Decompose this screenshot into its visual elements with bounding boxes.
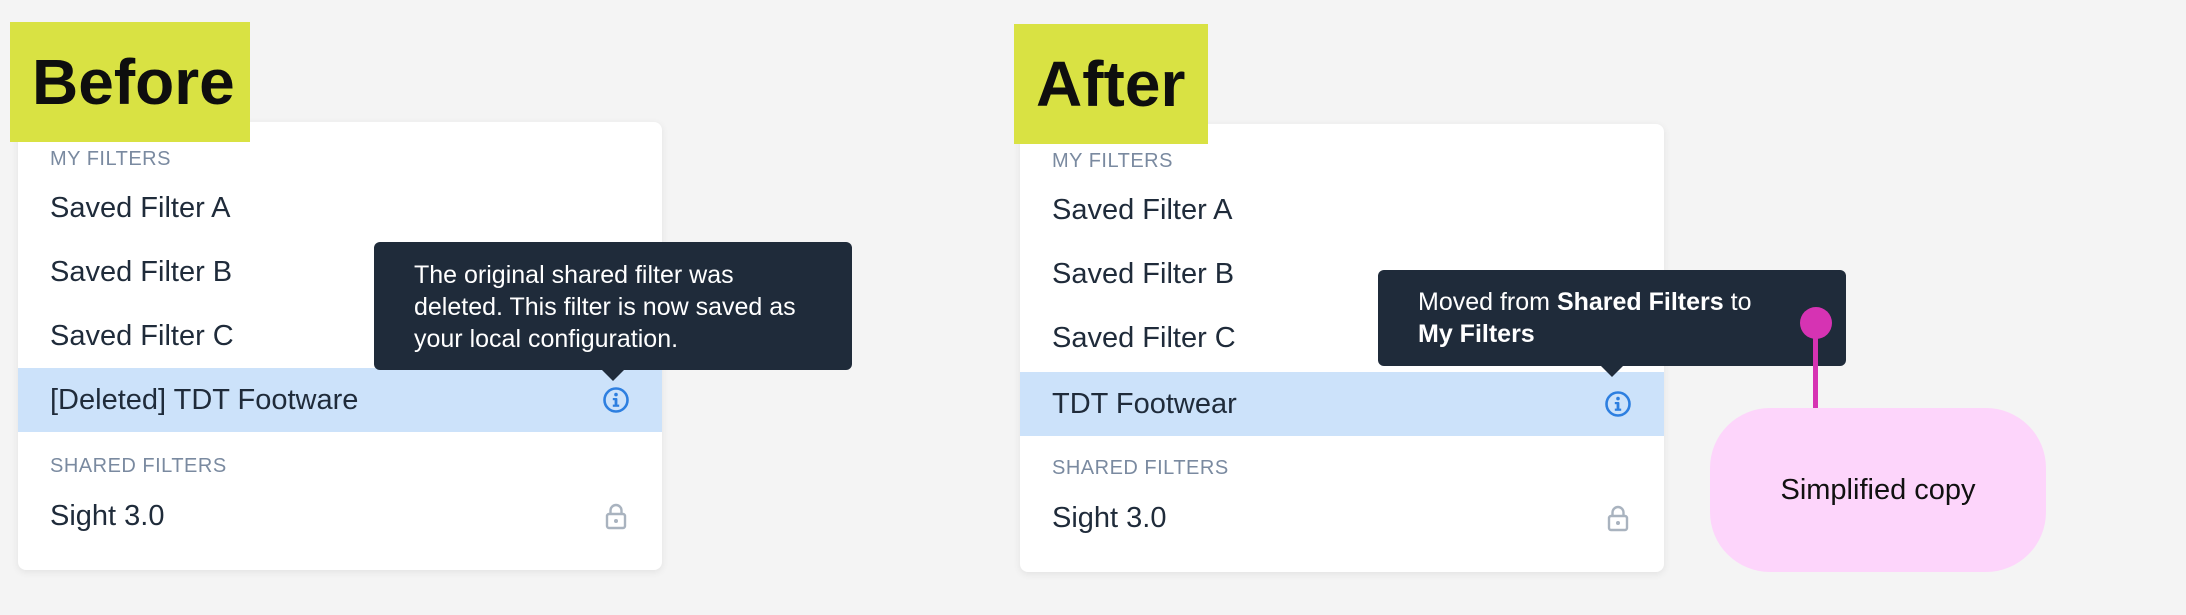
after-list-item-saved-filter-a[interactable]: Saved Filter A (1020, 178, 1664, 242)
annotation-dot (1800, 307, 1832, 339)
after-my-filters-label: MY FILTERS (1052, 150, 1173, 172)
after-tooltip-middle: to (1723, 288, 1752, 316)
after-tooltip-destination: My Filters (1418, 320, 1535, 348)
after-shared-filters-label: SHARED FILTERS (1052, 457, 1229, 479)
annotation-bubble: Simplified copy (1710, 408, 2046, 572)
after-tooltip-arrow (1601, 366, 1623, 377)
before-list-item-saved-filter-a[interactable]: Saved Filter A (18, 176, 662, 240)
after-tooltip-prefix: Moved from (1418, 288, 1557, 316)
before-list-item-deleted-tdt-footware[interactable]: [Deleted] TDT Footware (18, 368, 662, 432)
lock-icon (1607, 505, 1629, 532)
before-tooltip-arrow (602, 370, 624, 381)
info-circle-icon[interactable] (1604, 390, 1632, 418)
before-tooltip-text: The original shared filter was deleted. … (414, 261, 796, 353)
after-list-item-tdt-footwear[interactable]: TDT Footwear (1020, 372, 1664, 436)
before-my-filters-label: MY FILTERS (50, 148, 171, 170)
after-list-item-sight-3[interactable]: Sight 3.0 (1020, 486, 1664, 550)
before-tag: Before (10, 22, 250, 142)
before-list-item-sight-3[interactable]: Sight 3.0 (18, 484, 662, 548)
info-circle-icon[interactable] (602, 386, 630, 414)
after-tooltip: Moved from Shared Filters to My Filters (1378, 270, 1846, 366)
annotation-text: Simplified copy (1780, 474, 1976, 506)
after-tooltip-source: Shared Filters (1556, 288, 1724, 316)
before-shared-filters-label: SHARED FILTERS (50, 455, 227, 477)
after-tag: After (1014, 24, 1208, 144)
before-shared-item-label: Sight 3.0 (50, 500, 165, 532)
lock-icon (605, 503, 627, 530)
before-tooltip: The original shared filter was deleted. … (374, 242, 852, 370)
after-shared-item-label: Sight 3.0 (1052, 502, 1167, 534)
before-selected-item-label: [Deleted] TDT Footware (50, 384, 359, 416)
after-selected-item-label: TDT Footwear (1052, 388, 1237, 420)
